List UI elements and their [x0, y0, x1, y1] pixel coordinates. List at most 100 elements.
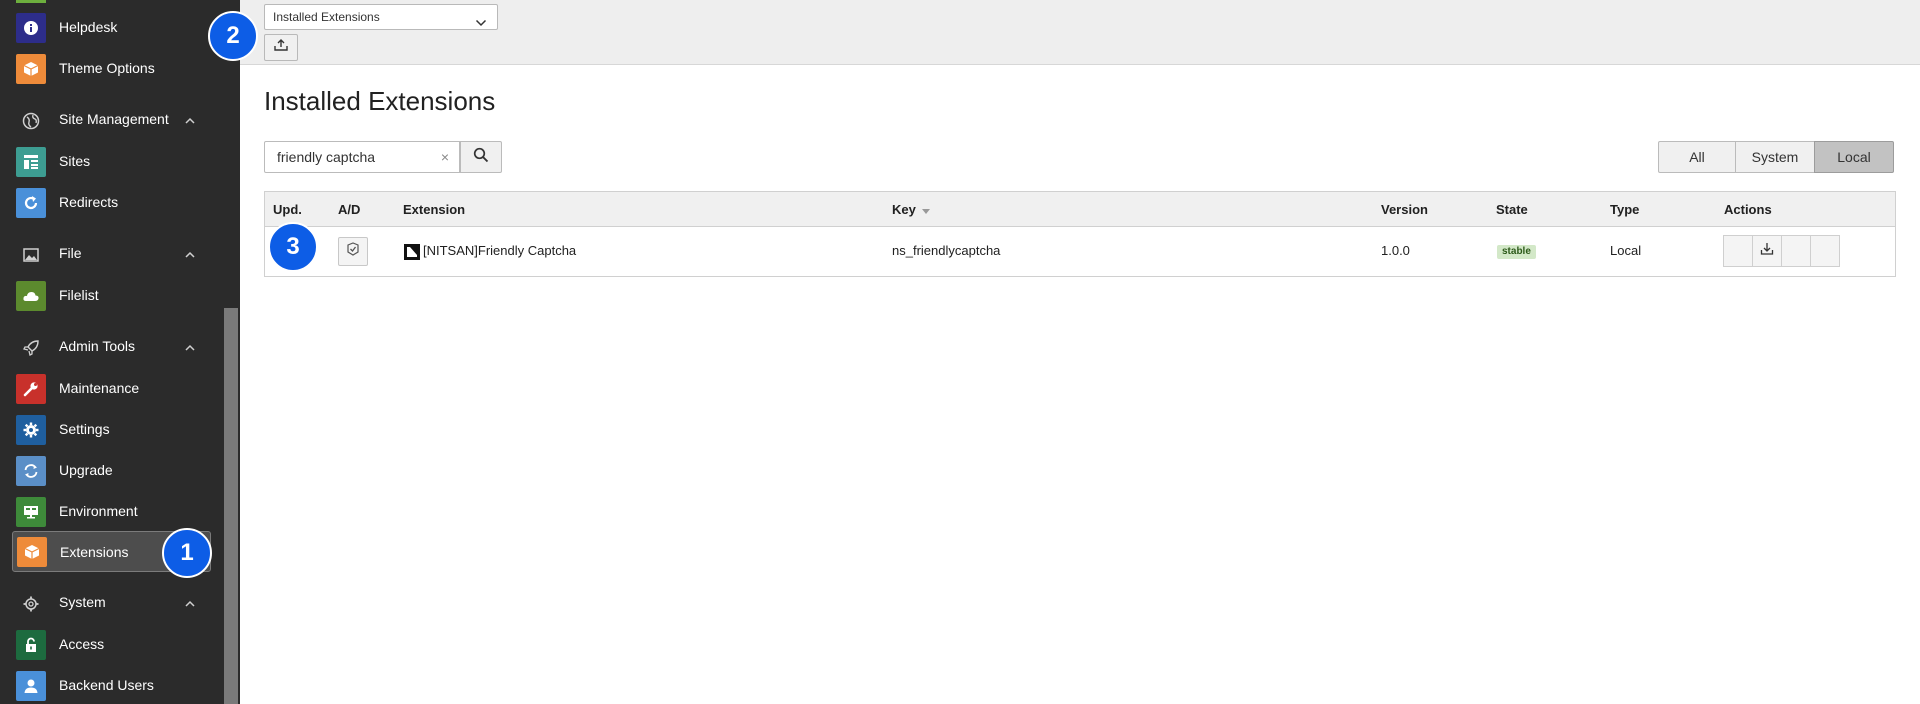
column-header-ad: A/D [338, 202, 361, 217]
chevron-up-icon[interactable] [184, 248, 196, 260]
callout-badge-2: 2 [208, 11, 258, 61]
gear-outline-icon [22, 595, 40, 613]
filter-local-button[interactable]: Local [1814, 141, 1894, 173]
sites-icon [16, 147, 46, 177]
action-button-empty[interactable] [1781, 235, 1811, 267]
column-header-key[interactable]: Key [892, 202, 931, 218]
extension-type: Local [1610, 243, 1642, 258]
sidebar-item-label: Environment [59, 502, 138, 519]
lock-icon [16, 630, 46, 660]
redirect-icon [16, 188, 46, 218]
column-header-version: Version [1381, 202, 1428, 217]
sidebar-item-label: Backend Users [59, 676, 154, 693]
sidebar-scrollbar[interactable] [222, 0, 240, 704]
cloud-icon [16, 281, 46, 311]
sidebar-top-partial-icon [16, 0, 46, 3]
sidebar-item-redirects[interactable]: Redirects [0, 181, 222, 222]
table-header: Upd. A/D Extension Key Version State Typ… [265, 192, 1895, 227]
chevron-up-icon[interactable] [184, 597, 196, 609]
column-header-extension[interactable]: Extension [403, 202, 465, 217]
download-icon [1760, 242, 1774, 261]
action-button-empty[interactable] [1723, 235, 1753, 267]
user-icon [16, 671, 46, 701]
docheader: Installed Extensions [240, 0, 1920, 65]
status-badge: stable [1497, 245, 1536, 259]
extensions-table: Upd. A/D Extension Key Version State Typ… [264, 191, 1896, 277]
search-input[interactable]: friendly captcha × [264, 141, 460, 173]
callout-badge-1: 1 [162, 528, 212, 578]
clear-search-icon[interactable]: × [441, 142, 449, 172]
sidebar-group-label: Site Management [59, 111, 169, 127]
column-header-actions: Actions [1724, 202, 1772, 217]
sidebar-item-label: Redirects [59, 193, 119, 210]
sidebar-item-upgrade[interactable]: Upgrade [0, 449, 222, 490]
column-header-upd: Upd. [273, 202, 302, 217]
chevron-up-icon[interactable] [184, 114, 196, 126]
row-actions [1723, 235, 1840, 267]
search-icon [473, 147, 489, 168]
search-button[interactable] [460, 141, 502, 173]
gear-icon [16, 415, 46, 445]
function-menu-select[interactable]: Installed Extensions [264, 4, 498, 30]
function-menu-value: Installed Extensions [273, 10, 380, 24]
globe-icon [22, 112, 40, 130]
upload-extension-button[interactable] [264, 34, 298, 61]
sidebar-item-label: Filelist [59, 286, 99, 303]
sidebar-group-file[interactable]: File [0, 233, 222, 274]
wrench-icon [16, 374, 46, 404]
sidebar-item-label: Sites [59, 152, 91, 169]
sidebar-group-site-management[interactable]: Site Management [0, 99, 222, 140]
column-header-type: Type [1610, 202, 1640, 217]
chevron-up-icon[interactable] [184, 341, 196, 353]
sidebar-item-environment[interactable]: Environment [0, 490, 222, 531]
sidebar-scrollbar-thumb[interactable] [224, 308, 238, 704]
activate-toggle-icon [345, 242, 361, 261]
sidebar-item-settings[interactable]: Settings [0, 408, 222, 449]
sidebar-group-system[interactable]: System [0, 582, 222, 623]
sidebar-item-label: Access [59, 635, 105, 652]
sidebar-group-label: System [59, 594, 106, 610]
cube-icon [16, 54, 46, 84]
module-sidebar: Helpdesk Theme Options Site Management S… [0, 0, 240, 704]
column-header-key-label: Key [892, 202, 916, 217]
refresh-icon [16, 456, 46, 486]
image-icon [22, 246, 40, 264]
info-icon [16, 13, 46, 43]
sidebar-item-access[interactable]: Access [0, 623, 222, 664]
sidebar-item-filelist[interactable]: Filelist [0, 274, 222, 315]
extension-key: ns_friendlycaptcha [892, 243, 1001, 258]
sidebar-item-label: Theme Options [59, 59, 155, 76]
chevron-down-icon [475, 12, 487, 27]
sidebar-item-sites[interactable]: Sites [0, 140, 222, 181]
sidebar-item-label: Settings [59, 420, 110, 437]
extension-title[interactable]: [NITSAN]Friendly Captcha [423, 243, 576, 258]
activate-deactivate-button[interactable] [338, 237, 368, 266]
extension-filter-group: All System Local [1658, 141, 1894, 173]
filter-system-button[interactable]: System [1735, 141, 1815, 173]
sidebar-item-label: Extensions [60, 543, 129, 560]
sidebar-item-label: Maintenance [59, 379, 140, 396]
filter-all-button[interactable]: All [1658, 141, 1736, 173]
sidebar-group-admin-tools[interactable]: Admin Tools [0, 326, 222, 367]
sidebar-item-label: Upgrade [59, 461, 113, 478]
search-input-value: friendly captcha [277, 149, 376, 165]
monitor-icon [16, 497, 46, 527]
sidebar-item-theme-options[interactable]: Theme Options [0, 47, 222, 88]
upload-icon [273, 38, 289, 57]
rocket-icon [22, 339, 40, 357]
sidebar-group-label: Admin Tools [59, 338, 136, 354]
sidebar-item-label: Helpdesk [59, 18, 118, 35]
sidebar-item-maintenance[interactable]: Maintenance [0, 367, 222, 408]
sidebar-item-helpdesk[interactable]: Helpdesk [0, 6, 222, 47]
sidebar-item-backend-users[interactable]: Backend Users [0, 664, 222, 704]
sidebar-group-label: File [59, 245, 82, 261]
sort-caret-icon [922, 203, 931, 218]
cube-icon [17, 537, 47, 567]
download-extension-button[interactable] [1752, 235, 1782, 267]
action-button-empty[interactable] [1810, 235, 1840, 267]
page-title: Installed Extensions [264, 86, 496, 116]
extension-version: 1.0.0 [1381, 243, 1410, 258]
callout-badge-3: 3 [268, 222, 318, 272]
table-row: [NITSAN]Friendly Captcha ns_friendlycapt… [265, 227, 1895, 276]
column-header-state: State [1496, 202, 1528, 217]
